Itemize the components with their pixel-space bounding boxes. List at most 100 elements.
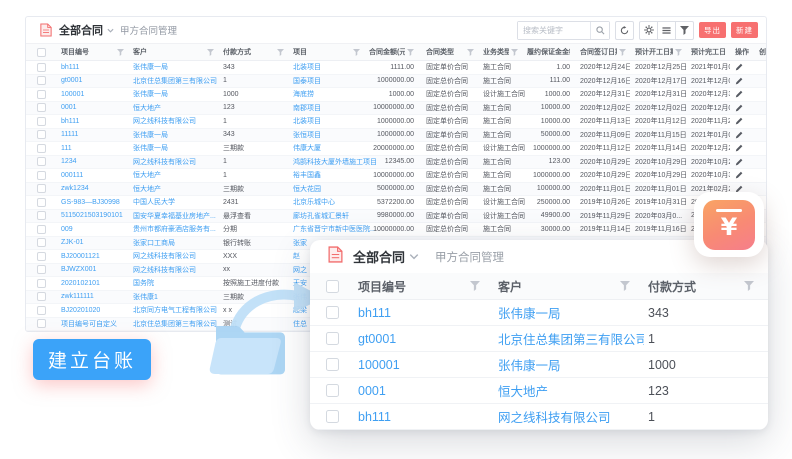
chevron-down-icon[interactable]	[107, 28, 114, 33]
ledger-fab[interactable]: ¥	[694, 192, 764, 257]
cell-id[interactable]: 项目编号可自定义	[56, 318, 128, 331]
cell-project[interactable]: 张恒项目	[288, 129, 364, 142]
cell-customer[interactable]: 网之线科技有限公司	[128, 250, 218, 263]
filter-icon[interactable]	[675, 49, 682, 56]
cell-project[interactable]: 广东省晋宁市新中医医院...	[288, 223, 364, 236]
cell-customer[interactable]: 恒大地产	[128, 102, 218, 115]
filter-icon[interactable]	[744, 281, 754, 291]
row-checkbox[interactable]	[326, 358, 339, 371]
gear-icon[interactable]	[639, 21, 658, 40]
cell-project[interactable]: 北装项目	[288, 61, 364, 74]
search-input[interactable]	[518, 22, 590, 39]
cell-customer[interactable]: 恒大地产	[494, 378, 644, 403]
cell-project[interactable]: 北装项目	[288, 115, 364, 128]
cell-id[interactable]: 0001	[56, 102, 128, 115]
row-checkbox[interactable]	[37, 184, 46, 193]
cell-id[interactable]: 100001	[56, 88, 128, 101]
cell-id[interactable]: zwk111111	[56, 291, 128, 304]
row-checkbox[interactable]	[37, 292, 46, 301]
filter-icon[interactable]	[207, 49, 214, 56]
cell-project[interactable]: 恒大花园	[288, 183, 364, 196]
edit-icon[interactable]	[735, 63, 743, 71]
filter-icon[interactable]	[277, 49, 284, 56]
cell-customer[interactable]: 张伟康一局	[128, 88, 218, 101]
edit-icon[interactable]	[735, 158, 743, 166]
row-checkbox[interactable]	[326, 410, 339, 423]
row-checkbox[interactable]	[37, 144, 46, 153]
row-checkbox[interactable]	[37, 319, 46, 328]
cell-customer[interactable]: 张伟康一局	[128, 61, 218, 74]
row-checkbox[interactable]	[37, 117, 46, 126]
filter-icon[interactable]	[511, 49, 518, 56]
cell-customer[interactable]: 张伟康一局	[128, 129, 218, 142]
row-checkbox[interactable]	[37, 198, 46, 207]
create-ledger-button[interactable]: 建立台账	[33, 339, 151, 380]
cell-id[interactable]: 0001	[354, 378, 494, 403]
edit-icon[interactable]	[735, 90, 743, 98]
row-checkbox[interactable]	[326, 306, 339, 319]
edit-icon[interactable]	[735, 171, 743, 179]
cell-customer[interactable]: 张伟康一局	[128, 142, 218, 155]
cell-project[interactable]: 海底捞	[288, 88, 364, 101]
row-checkbox[interactable]	[37, 90, 46, 99]
filter-icon[interactable]	[470, 281, 480, 291]
select-all-checkbox[interactable]	[37, 48, 46, 57]
cell-id[interactable]: bh111	[354, 300, 494, 325]
cell-customer[interactable]: 网之线科技有限公司	[128, 156, 218, 169]
filter-toolbar-icon[interactable]	[675, 21, 694, 40]
cell-customer[interactable]: 北京住总集团第三有限公司	[494, 326, 644, 351]
search-icon[interactable]	[590, 22, 609, 39]
cell-id[interactable]: gt0001	[354, 326, 494, 351]
cell-customer[interactable]: 张伟康一局	[494, 300, 644, 325]
cell-customer[interactable]: 北京住总集团第三有限公司	[128, 75, 218, 88]
cell-id[interactable]: 009	[56, 223, 128, 236]
select-all-checkbox[interactable]	[326, 280, 339, 293]
cell-customer[interactable]: 国安华夏幸福基业房地产...	[128, 210, 218, 223]
new-button[interactable]: 新建	[731, 22, 758, 38]
cell-id[interactable]: 1234	[56, 156, 128, 169]
row-checkbox[interactable]	[37, 225, 46, 234]
edit-icon[interactable]	[735, 131, 743, 139]
row-checkbox[interactable]	[37, 238, 46, 247]
cell-project[interactable]: 北京乐城中心	[288, 196, 364, 209]
row-checkbox[interactable]	[37, 63, 46, 72]
columns-icon[interactable]	[657, 21, 676, 40]
cell-id[interactable]: zwk1234	[56, 183, 128, 196]
edit-icon[interactable]	[735, 117, 743, 125]
cell-id[interactable]: BJWZX001	[56, 264, 128, 277]
edit-icon[interactable]	[735, 77, 743, 85]
cell-customer[interactable]: 贵州市都府豪酒店服务有...	[128, 223, 218, 236]
cell-project[interactable]: 国泰项目	[288, 75, 364, 88]
cell-id[interactable]: 2020102101	[56, 277, 128, 290]
row-checkbox[interactable]	[37, 265, 46, 274]
cell-customer[interactable]: 中国人民大学	[128, 196, 218, 209]
cell-id[interactable]: 000111	[56, 169, 128, 182]
cell-project[interactable]: 廊坊孔雀城汇景轩	[288, 210, 364, 223]
cell-customer[interactable]: 恒大地产	[128, 183, 218, 196]
row-checkbox[interactable]	[37, 279, 46, 288]
cell-customer[interactable]: 网之线科技有限公司	[494, 404, 644, 429]
filter-icon[interactable]	[467, 49, 474, 56]
cell-project[interactable]: 南郡项目	[288, 102, 364, 115]
cell-id[interactable]: bh111	[354, 404, 494, 429]
row-checkbox[interactable]	[326, 332, 339, 345]
row-checkbox[interactable]	[37, 130, 46, 139]
cell-customer[interactable]: 恒大地产	[128, 169, 218, 182]
cell-customer[interactable]: 张家口工商局	[128, 237, 218, 250]
cell-id[interactable]: bh111	[56, 115, 128, 128]
refresh-icon[interactable]	[615, 21, 634, 40]
filter-icon[interactable]	[620, 281, 630, 291]
cell-id[interactable]: 111	[56, 142, 128, 155]
cell-customer[interactable]: 网之线科技有限公司	[128, 115, 218, 128]
cell-id[interactable]: 100001	[354, 352, 494, 377]
filter-icon[interactable]	[117, 49, 124, 56]
filter-icon[interactable]	[407, 49, 414, 56]
row-checkbox[interactable]	[37, 157, 46, 166]
row-checkbox[interactable]	[326, 384, 339, 397]
filter-icon[interactable]	[353, 49, 360, 56]
filter-icon[interactable]	[619, 49, 626, 56]
export-button[interactable]: 导出	[699, 22, 726, 38]
cell-id[interactable]: bh111	[56, 61, 128, 74]
cell-customer[interactable]: 张伟康一局	[494, 352, 644, 377]
row-checkbox[interactable]	[37, 252, 46, 261]
